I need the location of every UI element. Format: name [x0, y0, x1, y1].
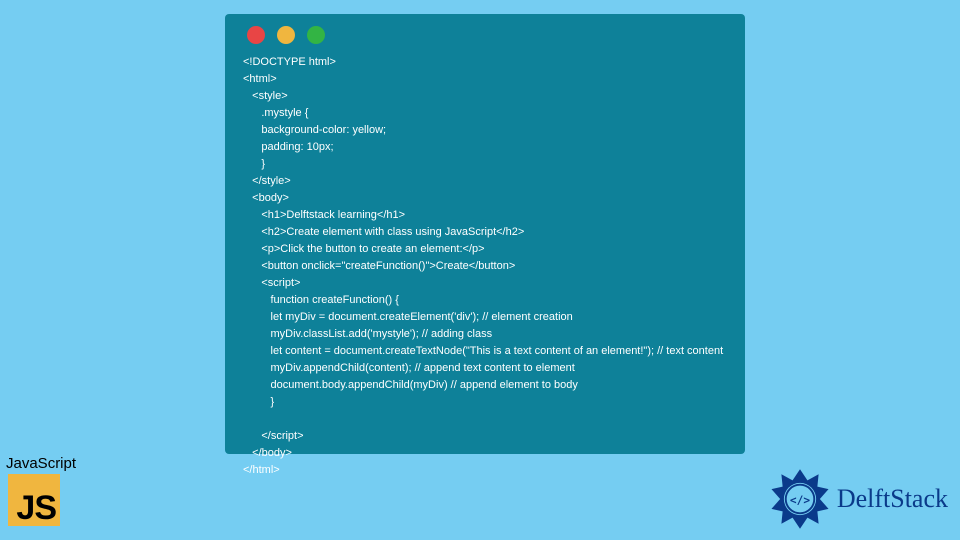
delftstack-logo-glyph: </>	[790, 494, 810, 507]
delftstack-logo-icon: </>	[769, 468, 831, 530]
javascript-logo-icon: JS	[8, 474, 60, 526]
code-window: <!DOCTYPE html> <html> <style> .mystyle …	[225, 14, 745, 454]
javascript-label: JavaScript	[6, 455, 76, 472]
delftstack-text: DelftStack	[837, 484, 948, 514]
code-block: <!DOCTYPE html> <html> <style> .mystyle …	[243, 54, 727, 479]
maximize-dot-icon	[307, 26, 325, 44]
window-titlebar	[247, 26, 727, 44]
minimize-dot-icon	[277, 26, 295, 44]
javascript-logo-text: JS	[16, 489, 56, 528]
javascript-badge: JavaScript JS	[4, 455, 76, 526]
delftstack-brand: </> DelftStack	[769, 468, 948, 530]
close-dot-icon	[247, 26, 265, 44]
